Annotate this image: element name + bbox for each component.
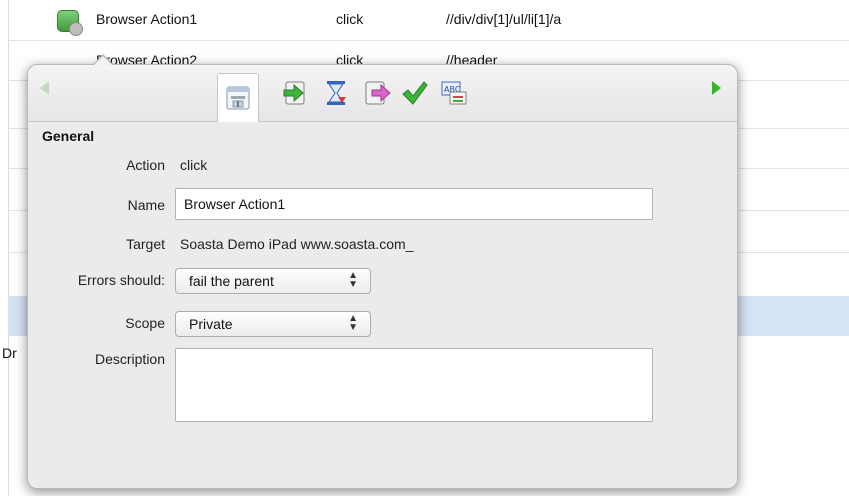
waits-icon[interactable] [316, 73, 356, 113]
input-icon[interactable] [275, 73, 315, 113]
locator-icon[interactable]: ABC [434, 73, 474, 113]
properties-popover: ABC General Action click Name Browser Ac… [27, 54, 738, 489]
validations-icon[interactable] [394, 73, 434, 113]
table-divider [8, 40, 849, 41]
row-action: click [336, 11, 364, 27]
action-value: click [180, 157, 208, 173]
select-arrows-icon: ▲ ▼ [348, 270, 358, 290]
table-row[interactable]: Browser Action1 click //div/div[1]/ul/li… [0, 0, 849, 40]
action-label: Action [126, 157, 165, 173]
errors-select-value: fail the parent [189, 273, 274, 289]
errors-label: Errors should: [77, 272, 165, 288]
select-arrows-icon: ▲ ▼ [348, 313, 358, 333]
previous-arrow-icon[interactable] [40, 81, 49, 95]
name-label: Name [127, 197, 165, 213]
description-label: Description [94, 351, 165, 367]
target-label: Target [126, 236, 165, 252]
table-left-border [8, 0, 9, 496]
scope-select-value: Private [189, 316, 233, 332]
description-field[interactable] [175, 348, 653, 422]
output-icon[interactable] [357, 73, 397, 113]
row-name: Browser Action1 [96, 11, 198, 27]
truncated-label: Dr [2, 345, 17, 361]
errors-select[interactable]: fail the parent ▲ ▼ [175, 268, 371, 294]
section-title: General [42, 128, 95, 144]
target-value: Soasta Demo iPad www.soasta.com_ [180, 236, 414, 252]
next-arrow-icon[interactable] [712, 81, 721, 95]
properties-icon[interactable] [217, 73, 259, 122]
name-field[interactable]: Browser Action1 [175, 188, 653, 220]
row-target: //div/div[1]/ul/li[1]/a [446, 11, 562, 27]
scope-label: Scope [125, 315, 165, 331]
scope-select[interactable]: Private ▲ ▼ [175, 311, 371, 337]
popover-toolbar: ABC [28, 65, 737, 122]
gear-icon [69, 22, 83, 36]
